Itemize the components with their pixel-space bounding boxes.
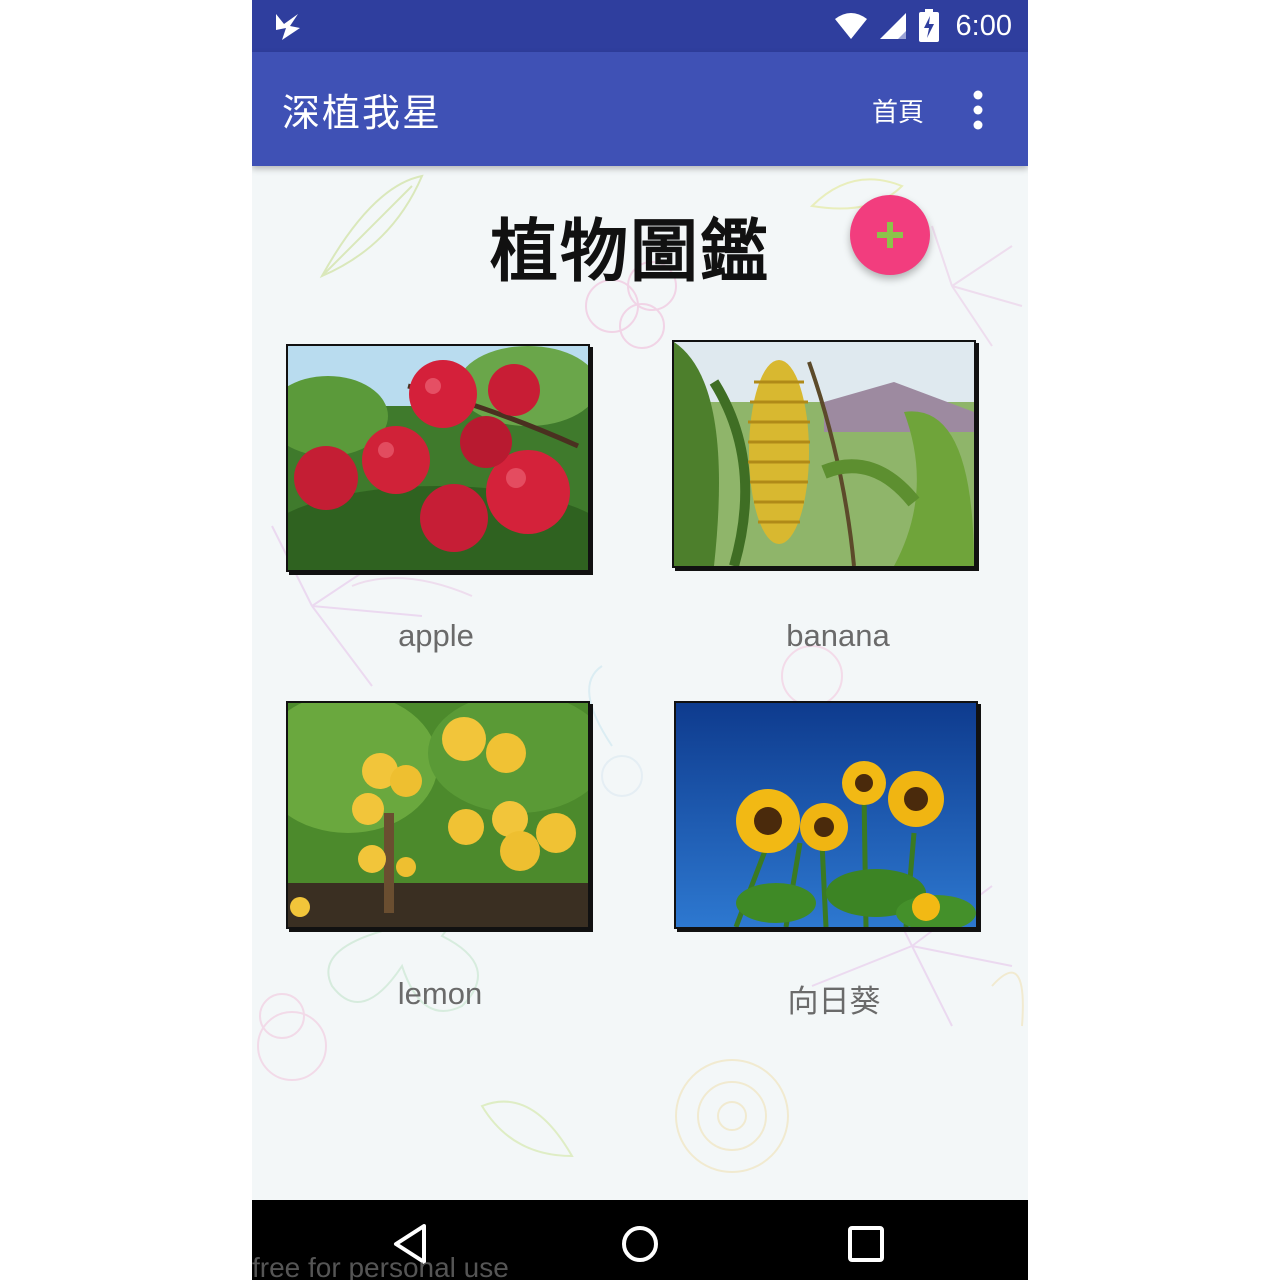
add-plant-button[interactable]	[850, 195, 930, 275]
plant-label-apple[interactable]: apple	[276, 618, 596, 654]
more-vert-icon[interactable]	[958, 88, 998, 132]
plant-label-sunflower[interactable]: 向日葵	[674, 976, 994, 1021]
watermark-text: free for personal use	[252, 1252, 509, 1280]
plus-icon	[877, 222, 903, 248]
plant-label-banana[interactable]: banana	[678, 618, 998, 654]
phone-screen: 6:00 深植我星 首頁 植物圖鑑 apple banana lemon 向日葵…	[252, 0, 1028, 1280]
lemon-tree-photo[interactable]	[286, 701, 590, 929]
plant-label-lemon[interactable]: lemon	[280, 976, 600, 1012]
app-notification-icon	[276, 14, 300, 40]
sunflower-photo[interactable]	[674, 701, 978, 929]
wifi-icon	[834, 13, 867, 39]
recents-icon[interactable]	[844, 1222, 888, 1266]
status-bar: 6:00	[252, 0, 1028, 52]
home-icon[interactable]	[618, 1222, 662, 1266]
battery-charging-icon	[918, 9, 939, 42]
app-bar: 深植我星 首頁	[252, 52, 1028, 166]
status-time: 6:00	[955, 9, 1012, 42]
banana-plant-photo[interactable]	[672, 340, 976, 568]
status-icons: 6:00	[834, 8, 1012, 44]
home-menu-button[interactable]: 首頁	[872, 92, 924, 129]
page-title: 植物圖鑑	[490, 213, 771, 292]
main-content: 植物圖鑑 apple banana lemon 向日葵	[252, 166, 1028, 1200]
apple-tree-photo[interactable]	[286, 344, 590, 572]
cell-signal-icon	[879, 13, 906, 39]
app-title: 深植我星	[282, 91, 443, 135]
